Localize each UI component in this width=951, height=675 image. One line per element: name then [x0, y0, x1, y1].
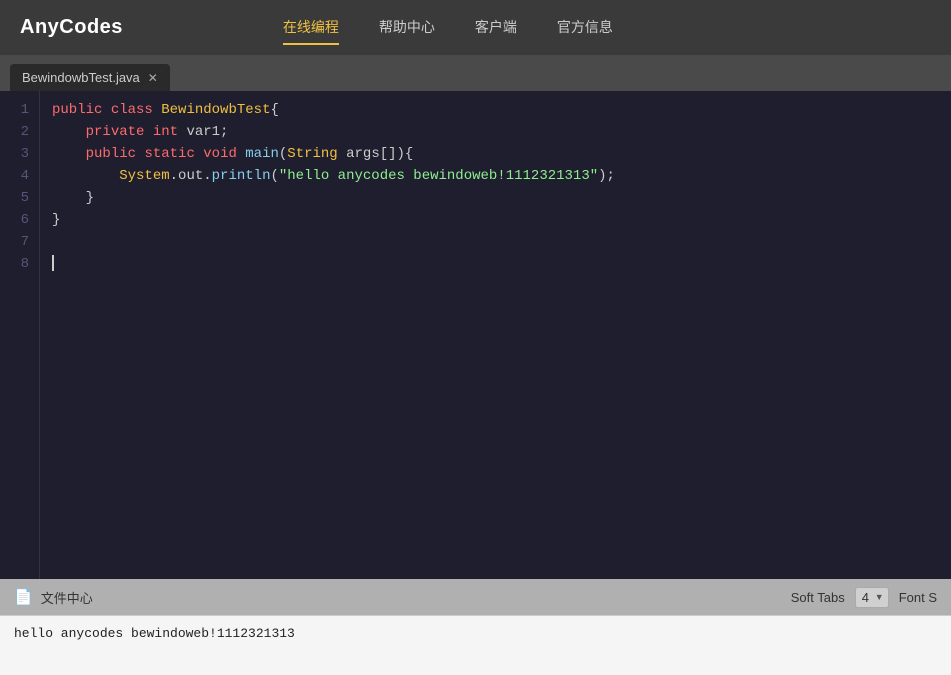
logo: AnyCodes	[20, 16, 123, 39]
nav-item-client[interactable]: 客户端	[475, 11, 517, 45]
line-number: 1	[8, 99, 29, 121]
status-right: Soft Tabs 4 2 8 Font S	[791, 587, 937, 608]
line-number: 8	[8, 253, 29, 275]
tabs-select[interactable]: 4 2 8	[855, 587, 889, 608]
line-number: 7	[8, 231, 29, 253]
output-area: hello anycodes bewindoweb!1112321313	[0, 615, 951, 675]
editor-area[interactable]: 1 2 3 4 5 6 7 8 public class BewindowbTe…	[0, 91, 951, 579]
tab-close-icon[interactable]: ✕	[148, 72, 158, 84]
line-number: 2	[8, 121, 29, 143]
file-icon: 📄	[14, 588, 33, 606]
file-center[interactable]: 📄 文件中心	[14, 588, 93, 607]
line-numbers: 1 2 3 4 5 6 7 8	[0, 91, 40, 579]
line-number: 4	[8, 165, 29, 187]
header: AnyCodes 在线编程 帮助中心 客户端 官方信息	[0, 0, 951, 55]
line-number: 6	[8, 209, 29, 231]
tabs-select-wrapper: 4 2 8	[855, 587, 889, 608]
nav-item-help[interactable]: 帮助中心	[379, 11, 435, 45]
font-size-label: Font S	[899, 590, 937, 605]
code-line	[52, 231, 939, 253]
code-content[interactable]: public class BewindowbTest{ private int …	[40, 91, 951, 579]
tab-bar: BewindowbTest.java ✕	[0, 55, 951, 91]
tab-bewindowbtest[interactable]: BewindowbTest.java ✕	[10, 64, 170, 91]
code-line: private int var1;	[52, 121, 939, 143]
nav-item-online-coding[interactable]: 在线编程	[283, 11, 339, 45]
code-line	[52, 253, 939, 275]
text-cursor	[52, 255, 54, 271]
code-line: }	[52, 209, 939, 231]
tab-label: BewindowbTest.java	[22, 70, 140, 85]
code-line: public class BewindowbTest{	[52, 99, 939, 121]
nav-item-official[interactable]: 官方信息	[557, 11, 613, 45]
file-center-label: 文件中心	[41, 588, 93, 607]
nav: 在线编程 帮助中心 客户端 官方信息	[283, 11, 613, 45]
line-number: 5	[8, 187, 29, 209]
status-bar: 📄 文件中心 Soft Tabs 4 2 8 Font S	[0, 579, 951, 615]
line-number: 3	[8, 143, 29, 165]
code-line: System.out.println("hello anycodes bewin…	[52, 165, 939, 187]
code-line: }	[52, 187, 939, 209]
output-text: hello anycodes bewindoweb!1112321313	[14, 626, 295, 641]
code-line: public static void main(String args[]){	[52, 143, 939, 165]
soft-tabs-label: Soft Tabs	[791, 590, 845, 605]
